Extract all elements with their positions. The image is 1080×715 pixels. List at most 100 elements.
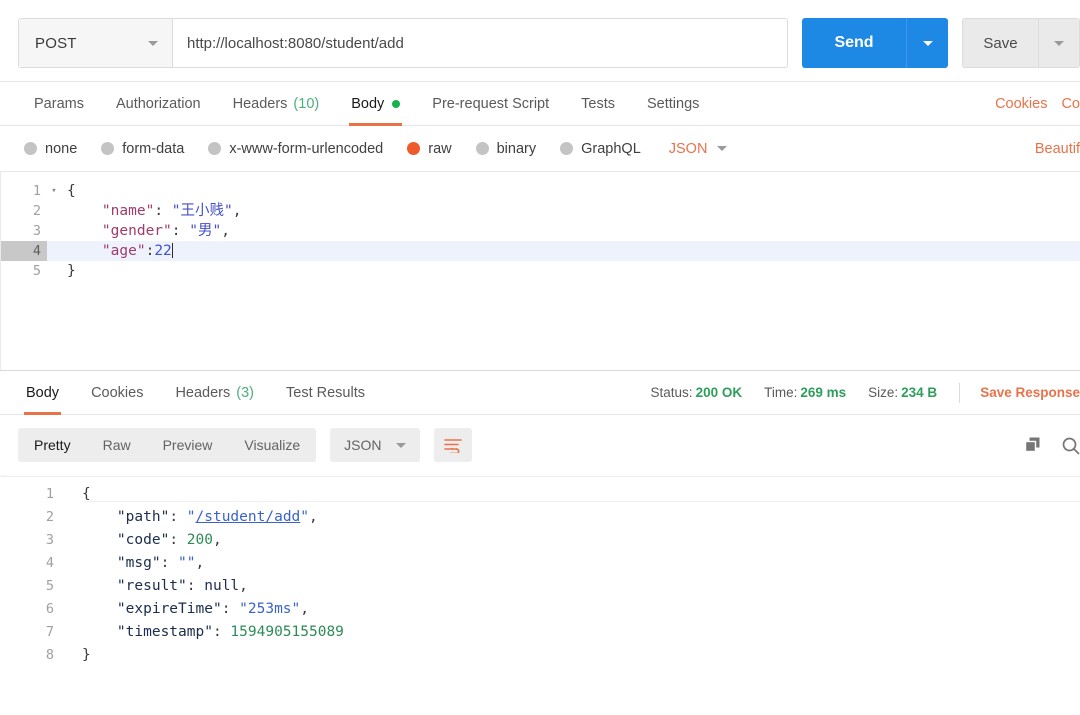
http-method-label: POST — [35, 34, 77, 52]
response-tabs: Body Cookies Headers (3) Test Results St… — [0, 371, 1080, 415]
json-key: "timestamp" — [116, 624, 213, 640]
radio-icon — [101, 142, 115, 155]
request-url-input[interactable]: http://localhost:8080/student/add — [173, 19, 787, 67]
tab-params[interactable]: Params — [18, 82, 100, 125]
tab-pre-request-script[interactable]: Pre-request Script — [416, 82, 565, 125]
view-pretty[interactable]: Pretty — [18, 428, 87, 462]
json-punct: , — [221, 223, 230, 239]
tab-label: Headers — [232, 95, 288, 112]
line-number: 4 — [1, 241, 47, 261]
code-link[interactable]: Co — [1061, 96, 1080, 112]
json-quote: " — [300, 509, 310, 525]
response-tab-cookies[interactable]: Cookies — [75, 371, 159, 414]
tab-settings[interactable]: Settings — [631, 82, 715, 125]
json-punct: , — [309, 509, 318, 525]
line-number: 5 — [32, 263, 41, 279]
response-toolbar: Pretty Raw Preview Visualize JSON — [0, 415, 1080, 475]
json-punct: : — [169, 532, 187, 548]
body-type-binary[interactable]: binary — [475, 141, 536, 157]
line-number: 4 — [45, 555, 54, 571]
send-options-button[interactable] — [906, 18, 948, 68]
search-button[interactable] — [1061, 436, 1080, 455]
json-punct: : — [212, 624, 231, 640]
response-body-viewer[interactable]: 1 { 2 "path": "/student/add", 3 "code": … — [0, 476, 1080, 715]
body-type-raw[interactable]: raw — [407, 140, 452, 157]
postman-request-response-view: POST http://localhost:8080/student/add S… — [0, 0, 1080, 715]
code-line: 8 } — [0, 644, 1080, 667]
copy-button[interactable] — [1024, 436, 1043, 455]
body-type-selector: none form-data x-www-form-urlencoded raw… — [0, 126, 1080, 172]
body-present-dot-icon — [392, 99, 401, 108]
tab-body[interactable]: Body — [335, 82, 416, 126]
request-body-editor[interactable]: 1 ▾ { 2 "name": "王小贱", 3 "gender": "男", … — [0, 172, 1080, 370]
beautify-link[interactable]: Beautif — [1035, 141, 1080, 157]
cookies-link[interactable]: Cookies — [995, 96, 1047, 112]
save-button-group: Save — [962, 18, 1080, 68]
response-format-dropdown[interactable]: JSON — [330, 428, 420, 462]
code-line: 5 "result": null, — [0, 575, 1080, 598]
radio-icon — [24, 142, 37, 155]
status-label: Status: — [650, 385, 693, 400]
json-punct: , — [239, 578, 248, 594]
line-number: 6 — [45, 601, 54, 617]
save-response-button[interactable]: Save Response — [980, 385, 1080, 400]
method-and-url-group: POST http://localhost:8080/student/add — [18, 18, 788, 68]
time-value: 269 ms — [800, 385, 847, 400]
body-type-graphql[interactable]: GraphQL — [560, 141, 641, 157]
code-line: 2 "path": "/student/add", — [0, 506, 1080, 529]
tab-authorization[interactable]: Authorization — [100, 82, 217, 125]
json-punct: : — [169, 509, 187, 525]
save-options-button[interactable] — [1038, 18, 1080, 68]
radio-icon — [208, 142, 222, 155]
chevron-down-icon — [148, 40, 158, 46]
response-path-link[interactable]: /student/add — [196, 509, 301, 525]
response-toolbar-right — [1024, 436, 1080, 455]
body-format-dropdown[interactable]: JSON — [669, 141, 728, 157]
radio-selected-icon — [407, 142, 421, 155]
json-punct: : — [186, 578, 205, 594]
tab-label: Test Results — [286, 384, 365, 401]
save-button[interactable]: Save — [962, 18, 1038, 68]
json-punct: , — [212, 532, 222, 548]
json-key: "code" — [116, 532, 170, 548]
http-method-select[interactable]: POST — [19, 19, 173, 67]
tab-label: Authorization — [115, 95, 201, 112]
wrap-lines-button[interactable] — [433, 428, 472, 462]
tab-headers[interactable]: Headers (10) — [217, 82, 336, 125]
json-number-value: 200 — [186, 532, 213, 548]
response-tab-headers[interactable]: Headers (3) — [159, 371, 270, 414]
tab-tests[interactable]: Tests — [565, 82, 631, 125]
json-punct: , — [195, 555, 205, 571]
line-number: 2 — [32, 203, 41, 219]
response-tab-test-results[interactable]: Test Results — [270, 371, 381, 414]
view-preview[interactable]: Preview — [147, 428, 229, 462]
json-quote: " — [186, 509, 196, 525]
view-raw[interactable]: Raw — [87, 428, 147, 462]
tab-label: Body — [351, 95, 385, 112]
radio-icon — [560, 142, 574, 155]
json-punct: : — [154, 203, 172, 219]
json-punct: : — [160, 555, 179, 571]
send-button[interactable]: Send — [802, 18, 906, 68]
fold-arrow-icon[interactable]: ▾ — [47, 181, 61, 201]
view-visualize[interactable]: Visualize — [228, 428, 316, 462]
code-line: 3 "gender": "男", — [1, 221, 1080, 241]
body-type-none[interactable]: none — [24, 141, 77, 157]
code-line: 4 "msg": "", — [0, 552, 1080, 575]
response-tab-body[interactable]: Body — [10, 371, 75, 415]
radio-label: raw — [428, 140, 452, 157]
body-type-x-www-form-urlencoded[interactable]: x-www-form-urlencoded — [208, 141, 383, 157]
copy-icon — [1024, 437, 1040, 452]
line-number: 8 — [45, 647, 54, 663]
wrap-lines-icon — [443, 439, 462, 453]
json-key: "path" — [116, 509, 170, 525]
json-null-value: null — [204, 578, 240, 594]
code-line: 2 "name": "王小贱", — [1, 201, 1080, 221]
line-number: 1 — [32, 183, 41, 199]
line-number: 2 — [45, 509, 54, 525]
code-line: 1 { — [0, 483, 1080, 506]
json-number-value: 1594905155089 — [230, 624, 344, 640]
body-type-form-data[interactable]: form-data — [101, 141, 184, 157]
line-number: 1 — [45, 486, 54, 502]
tab-label: Headers — [175, 384, 231, 401]
